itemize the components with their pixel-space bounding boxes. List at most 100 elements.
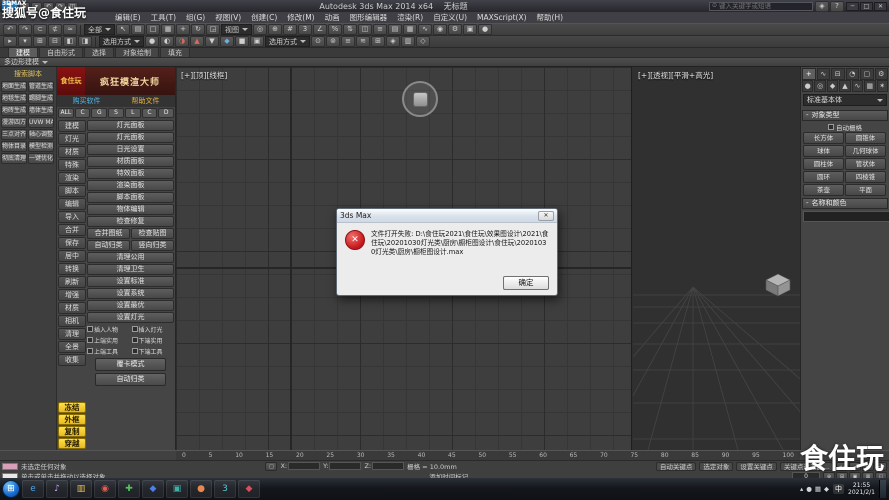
script-button[interactable]: 墙体生成 xyxy=(28,105,54,116)
category-button[interactable]: 保存 xyxy=(58,237,86,249)
trackbar[interactable]: 0510152025303540455055606570758085909510… xyxy=(176,450,800,460)
yellow-tool-button[interactable]: 外框 xyxy=(58,414,86,425)
toolbar-icon[interactable]: ↷ xyxy=(18,24,32,35)
key-filters-button[interactable]: 关键点过滤器... xyxy=(780,462,833,471)
plugin-button[interactable]: 竖向归类 xyxy=(131,240,174,251)
taskbar-icon[interactable]: ▥ xyxy=(70,480,92,498)
z-field[interactable] xyxy=(372,462,404,470)
command-panel-tab[interactable]: ▢ xyxy=(860,68,874,80)
quick-access-icon[interactable]: ◫ xyxy=(67,2,78,11)
primitive-button[interactable]: 平面 xyxy=(845,184,886,196)
plugin-button[interactable]: 清理卫生 xyxy=(87,264,174,275)
checkbox-icon[interactable] xyxy=(828,124,834,130)
ribbon-tab[interactable]: 自由形式 xyxy=(39,47,83,57)
primitive-button[interactable]: 管状体 xyxy=(845,158,886,170)
toolbar-icon[interactable]: ⊟ xyxy=(48,36,62,47)
plugin-button[interactable]: 自动归类 xyxy=(87,240,130,251)
toolbar-icon[interactable]: ● xyxy=(478,24,492,35)
filter-button[interactable]: D xyxy=(158,108,174,118)
viewcube-face[interactable] xyxy=(413,92,428,107)
toolbar-icon[interactable]: ◑ xyxy=(175,36,189,47)
primitive-button[interactable]: 茶壶 xyxy=(803,184,844,196)
playback-button[interactable]: ► xyxy=(862,462,874,471)
autogrid-row[interactable]: 自动栅格 xyxy=(802,122,888,132)
menu-item[interactable]: 编辑(E) xyxy=(110,12,146,23)
toolbar-icon[interactable]: % xyxy=(328,24,342,35)
y-field[interactable] xyxy=(329,462,361,470)
set-key-button[interactable]: 设置关键点 xyxy=(736,462,777,471)
quick-access-icon[interactable]: ▸ xyxy=(19,2,30,11)
ribbon-tab[interactable]: 对象绘制 xyxy=(115,47,159,57)
toolbar-icon[interactable]: ⊙ xyxy=(311,36,325,47)
tray-icon[interactable]: ▦ xyxy=(815,485,821,493)
script-button[interactable]: 轴心调整 xyxy=(28,129,54,140)
selection-filter-dropdown[interactable]: 全部 xyxy=(84,24,115,35)
menu-item[interactable]: 动画 xyxy=(320,12,345,23)
category-button[interactable]: 转换 xyxy=(58,263,86,275)
primitive-button[interactable]: 圆柱体 xyxy=(803,158,844,170)
category-button[interactable]: 全景 xyxy=(58,341,86,353)
toolbar-icon[interactable]: ⊂ xyxy=(33,24,47,35)
menu-item[interactable]: 帮助(H) xyxy=(532,12,569,23)
yellow-tool-button[interactable]: 复制 xyxy=(58,426,86,437)
toolbar-icon[interactable]: ∿ xyxy=(418,24,432,35)
category-button[interactable]: 脚本 xyxy=(58,185,86,197)
toolbar-icon[interactable]: ⊄ xyxy=(48,24,62,35)
primitive-button[interactable]: 四棱锥 xyxy=(845,171,886,183)
create-subtab[interactable]: ● xyxy=(802,80,813,92)
buy-software-link[interactable]: 购买软件 xyxy=(57,95,116,107)
plugin-button[interactable]: 设置系统 xyxy=(87,288,174,299)
toolbar-icon[interactable]: ≡ xyxy=(373,24,387,35)
toolbar-icon[interactable]: ◨ xyxy=(78,36,92,47)
primitive-button[interactable]: 圆环 xyxy=(803,171,844,183)
toolbar-icon[interactable]: ↖ xyxy=(116,24,130,35)
toolbar-icon[interactable]: ≈ xyxy=(63,24,77,35)
menu-item[interactable]: 组(G) xyxy=(181,12,210,23)
toolbar-icon[interactable]: + xyxy=(176,24,190,35)
toolbar-icon[interactable]: ⊞ xyxy=(33,36,47,47)
plugin-button[interactable]: 合并图纸 xyxy=(87,228,130,239)
toolbar-icon[interactable]: ▦ xyxy=(403,24,417,35)
plugin-checkbox[interactable]: 下端实用 xyxy=(132,336,175,345)
toolbar-icon[interactable]: ▥ xyxy=(401,36,415,47)
script-button[interactable]: 物体目录 xyxy=(1,141,27,152)
ribbon-tab[interactable]: 建模 xyxy=(8,47,38,57)
primitive-category-dropdown[interactable]: 标准基本体 xyxy=(803,94,887,106)
primitive-button[interactable]: 球体 xyxy=(803,145,844,157)
filter-button[interactable]: G xyxy=(91,108,107,118)
menu-item[interactable]: 修改(M) xyxy=(282,12,319,23)
category-button[interactable]: 特殊 xyxy=(58,159,86,171)
taskbar-icon[interactable]: ✚ xyxy=(118,480,140,498)
toolbar-icon[interactable]: ▼ xyxy=(205,36,219,47)
create-subtab[interactable]: ▲ xyxy=(839,80,850,92)
plugin-button[interactable]: 设置标准 xyxy=(87,276,174,287)
toolbar-icon[interactable]: ▤ xyxy=(131,24,145,35)
script-button[interactable]: 一键优化 xyxy=(28,153,54,164)
toolbar-icon[interactable]: ◈ xyxy=(386,36,400,47)
plugin-button[interactable]: 清理公用 xyxy=(87,252,174,263)
plugin-button[interactable]: 渲染面板 xyxy=(87,180,174,191)
command-panel-tab[interactable]: + xyxy=(802,68,816,80)
taskbar-icon[interactable]: ◆ xyxy=(142,480,164,498)
taskbar-icon[interactable]: 3 xyxy=(214,480,236,498)
category-button[interactable]: 材质 xyxy=(58,146,86,158)
plugin-button[interactable]: 设置最优 xyxy=(87,300,174,311)
menu-item[interactable]: 工具(T) xyxy=(146,12,181,23)
help-file-link[interactable]: 帮助文件 xyxy=(116,95,175,107)
toolbar-icon[interactable]: ◲ xyxy=(206,24,220,35)
category-button[interactable]: 清理 xyxy=(58,328,86,340)
category-button[interactable]: 编辑 xyxy=(58,198,86,210)
create-subtab[interactable]: ◆ xyxy=(827,80,838,92)
command-panel-tab[interactable]: ⚙ xyxy=(875,68,889,80)
command-panel-tab[interactable]: ◔ xyxy=(846,68,860,80)
plugin-checkbox[interactable]: 上端工具 xyxy=(87,347,130,356)
x-field[interactable] xyxy=(288,462,320,470)
command-panel-tab[interactable]: ⊟ xyxy=(831,68,845,80)
script-button[interactable]: 地毯生成 xyxy=(1,93,27,104)
toolbar-icon[interactable]: ↻ xyxy=(191,24,205,35)
toolbar-icon[interactable]: ⚙ xyxy=(448,24,462,35)
infocenter-icon[interactable]: ◈ xyxy=(815,1,829,12)
toolbar-icon[interactable]: ⊕ xyxy=(268,24,282,35)
playback-button[interactable]: ►► xyxy=(875,462,887,471)
toolbar-icon[interactable]: ⊞ xyxy=(371,36,385,47)
